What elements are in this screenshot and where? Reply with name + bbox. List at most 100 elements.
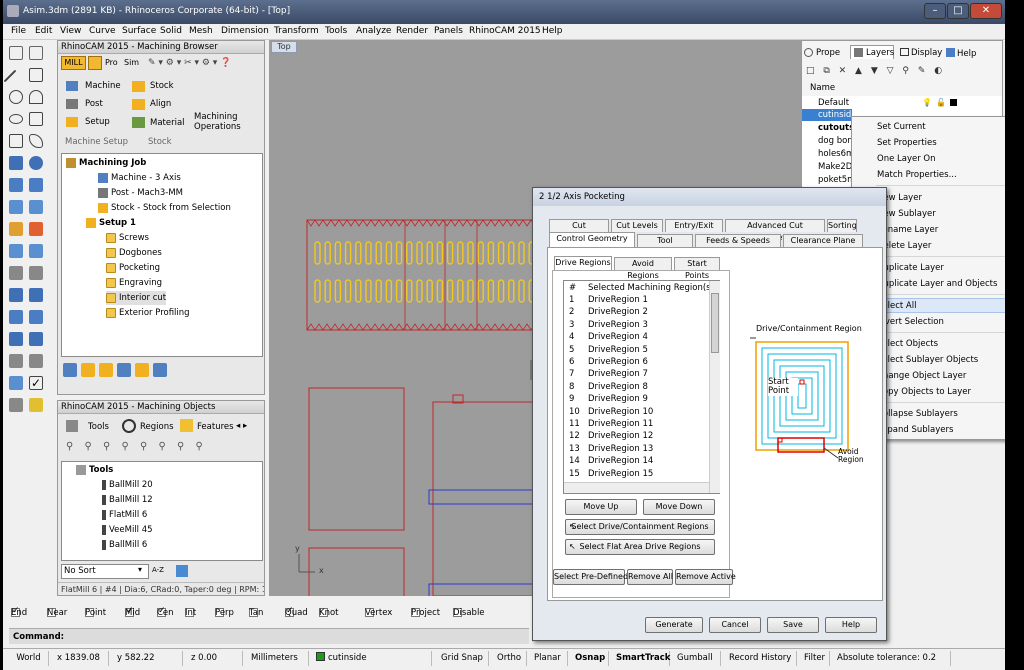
layer-icon[interactable] (9, 354, 23, 368)
region-row-number[interactable]: 7 (569, 369, 574, 379)
layer-row[interactable]: Default (818, 98, 849, 108)
select-flat-regions-button[interactable]: ↖ Select Flat Area Drive Regions (565, 539, 715, 555)
objects-toolbar[interactable]: ⚲ ⚲ ⚲ ⚲ ⚲ ⚲ ⚲ ⚲ (66, 441, 207, 452)
generate-button[interactable]: Generate (645, 617, 703, 633)
arc-icon[interactable] (29, 90, 43, 104)
menu-edit[interactable]: Edit (35, 26, 52, 36)
chevron-down-icon[interactable]: ▾ (138, 565, 142, 574)
region-row-number[interactable]: 5 (569, 345, 574, 355)
region-row-label[interactable]: DriveRegion 9 (588, 394, 648, 404)
tab-mill[interactable]: MILL (61, 56, 86, 70)
region-row-number[interactable]: 2 (569, 307, 574, 317)
tab-advanced-cut-parameters[interactable]: Advanced Cut Parameters (725, 219, 825, 242)
command-line[interactable]: Command: (9, 628, 529, 644)
menu-curve[interactable]: Curve (89, 26, 116, 36)
setup-button[interactable]: Setup (85, 117, 110, 127)
mill-icon[interactable] (88, 56, 102, 70)
region-row-label[interactable]: DriveRegion 11 (588, 419, 653, 429)
array-icon[interactable] (9, 310, 23, 324)
box-icon[interactable] (29, 178, 43, 192)
region-row-number[interactable]: 6 (569, 357, 574, 367)
menu-set-properties[interactable]: Set Properties (877, 138, 937, 148)
ellipse-icon[interactable] (9, 114, 23, 124)
status-units[interactable]: Millimeters (247, 651, 309, 666)
tree-folder[interactable]: Pocketing (106, 261, 160, 275)
point-icon[interactable] (29, 46, 43, 60)
menu-collapse-sublayers[interactable]: Collapse Sublayers (877, 409, 958, 419)
explode-icon[interactable] (29, 222, 43, 236)
help-button[interactable]: Help (825, 617, 877, 633)
region-row-number[interactable]: 14 (569, 456, 580, 466)
subtab-drive-regions[interactable]: Drive Regions (554, 256, 612, 270)
region-row-label[interactable]: DriveRegion 10 (588, 407, 653, 417)
layer-row[interactable]: Make2D (818, 162, 852, 172)
menu-rhinocam[interactable]: RhinoCAM 2015 (469, 26, 541, 36)
tree-machine[interactable]: Machine - 3 Axis (98, 171, 181, 185)
menu-transform[interactable]: Transform (274, 26, 319, 36)
select-arrow-icon[interactable] (9, 46, 23, 60)
region-row-number[interactable]: 10 (569, 407, 580, 417)
menu-view[interactable]: View (60, 26, 81, 36)
layer-row[interactable]: poket5m (818, 175, 855, 185)
menu-duplicate-layer-objects[interactable]: Duplicate Layer and Objects (877, 279, 997, 289)
group-icon[interactable] (29, 266, 43, 280)
status-layer[interactable]: cutinside (312, 651, 432, 666)
menu-render[interactable]: Render (396, 26, 428, 36)
layers-toolbar[interactable]: □ ⧉ ✕ ▲ ▼ ▽ ⚲ ✎ ◐ (806, 66, 945, 76)
post-button[interactable]: Post (85, 99, 103, 109)
text-icon[interactable] (9, 288, 23, 302)
tree-folder-selected[interactable]: Interior cut (106, 291, 167, 305)
menu-one-layer-on[interactable]: One Layer On (877, 154, 936, 164)
select-predefined-button[interactable]: Select Pre-Defined (553, 569, 628, 585)
menu-duplicate-layer[interactable]: Duplicate Layer (877, 263, 944, 273)
region-row-label[interactable]: DriveRegion 6 (588, 357, 648, 367)
list-hscrollbar[interactable] (564, 482, 709, 493)
tab-entry-exit[interactable]: Entry/Exit (665, 219, 723, 232)
menu-match-properties[interactable]: Match Properties... (877, 170, 957, 180)
warning-icon[interactable] (29, 398, 43, 412)
region-row-label[interactable]: DriveRegion 1 (588, 295, 648, 305)
transform-icon[interactable] (9, 398, 23, 412)
region-row-number[interactable]: 3 (569, 320, 574, 330)
tab-display[interactable]: Display (900, 48, 942, 58)
menu-set-current[interactable]: Set Current (877, 122, 926, 132)
scrollbar-thumb[interactable] (711, 293, 719, 353)
menu-dimension[interactable]: Dimension (221, 26, 269, 36)
tab-properties[interactable]: Prope (804, 48, 840, 58)
status-world[interactable]: World (9, 651, 49, 666)
region-row-label[interactable]: DriveRegion 13 (588, 444, 653, 454)
tree-stock[interactable]: Stock - Stock from Selection (98, 201, 231, 215)
settings-icon[interactable] (153, 363, 167, 377)
tab-cut-levels[interactable]: Cut Levels (611, 219, 663, 232)
list-scrollbar[interactable] (709, 281, 720, 493)
generate-icon[interactable] (63, 363, 77, 377)
menu-change-object-layer[interactable]: Change Object Layer (877, 371, 966, 381)
tree-post[interactable]: Post - Mach3-MM (98, 186, 183, 200)
remove-active-button[interactable]: Remove Active (675, 569, 736, 585)
checkmark-icon[interactable]: ✓ (29, 376, 43, 390)
tool-item[interactable]: VeeMill 45 (102, 523, 153, 537)
menu-surface[interactable]: Surface (122, 26, 156, 36)
region-row-label[interactable]: DriveRegion 8 (588, 382, 648, 392)
toolbar-icons[interactable]: ✎ ▾ ⚙ ▾ ✂ ▾ ⚙ ▾ ❓ (148, 58, 231, 68)
tree-folder[interactable]: Exterior Profiling (106, 306, 190, 320)
tab-sim[interactable]: Sim (124, 58, 139, 67)
dimension-icon[interactable] (29, 288, 43, 302)
cancel-button[interactable]: Cancel (709, 617, 761, 633)
tab-layers[interactable]: Layers (850, 45, 894, 59)
region-row-number[interactable]: 4 (569, 332, 574, 342)
tab-regions[interactable]: Regions (140, 422, 174, 432)
close-button[interactable]: ✕ (970, 3, 1002, 19)
layer-color-swatch[interactable] (950, 99, 957, 106)
region-row-number[interactable]: 11 (569, 419, 580, 429)
sort-select[interactable]: No Sort (61, 564, 149, 579)
region-row-label[interactable]: DriveRegion 2 (588, 307, 648, 317)
save-button[interactable]: Save (767, 617, 819, 633)
tool-item[interactable]: BallMill 6 (102, 538, 147, 552)
join-icon[interactable] (9, 266, 23, 280)
subtab-start-points[interactable]: Start Points (674, 257, 720, 280)
region-row-number[interactable]: 9 (569, 394, 574, 404)
mirror-icon[interactable] (29, 310, 43, 324)
circle-icon[interactable] (9, 90, 23, 104)
tool-item[interactable]: BallMill 12 (102, 493, 153, 507)
